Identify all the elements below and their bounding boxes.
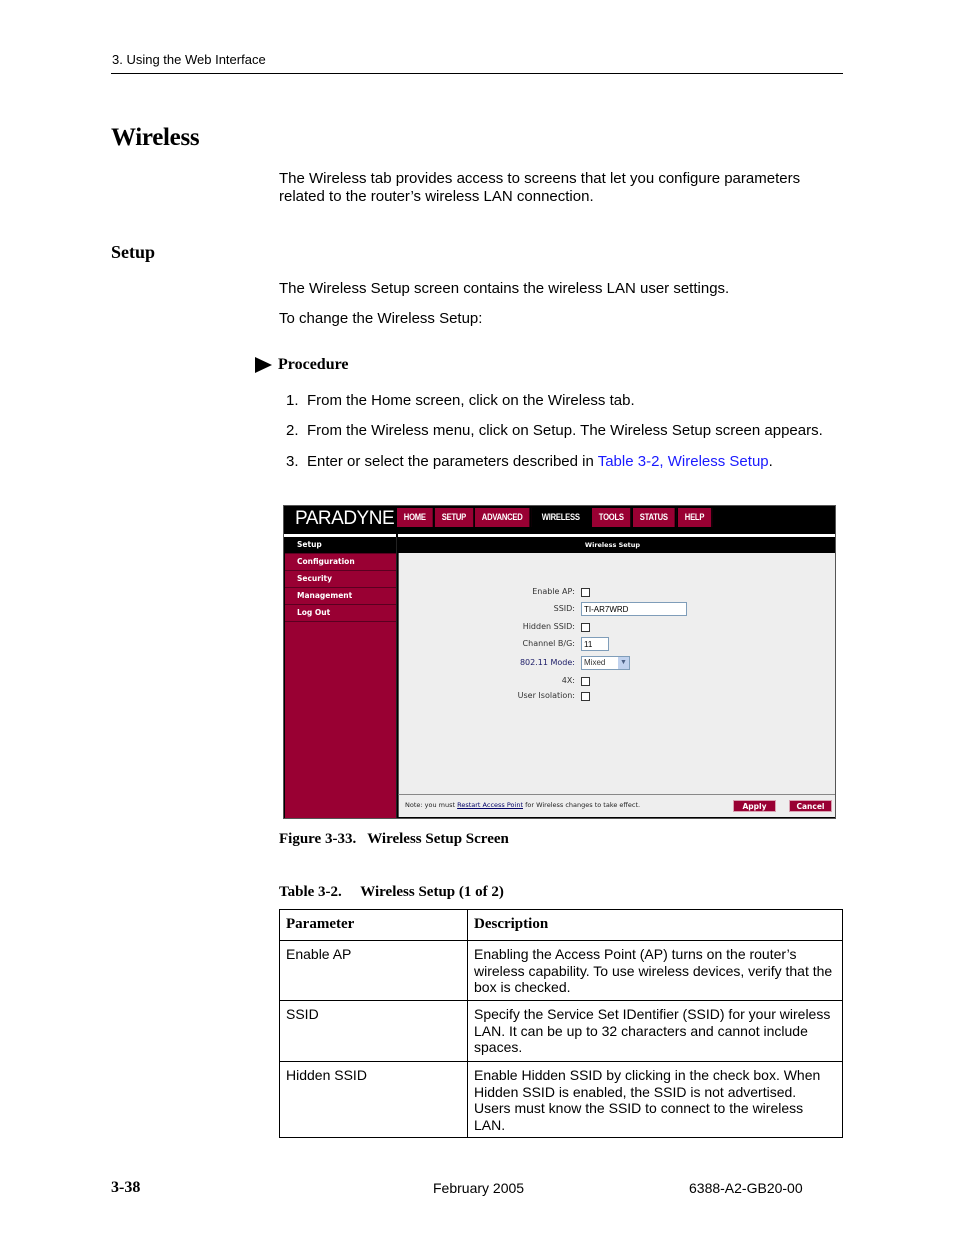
tab-help[interactable]: HELP xyxy=(678,508,713,527)
parameters-table: Parameter Description Enable AP Enabling… xyxy=(279,909,843,1138)
chevron-down-icon[interactable]: ▼ xyxy=(618,657,629,669)
hidden-ssid-row: Hidden SSID: xyxy=(399,620,835,634)
content-header: Wireless Setup xyxy=(398,537,835,553)
mode-row: 802.11 Mode: Mixed ▼ xyxy=(399,656,835,670)
sidebar-menu: Setup Configuration Security Management … xyxy=(285,537,397,818)
user-isolation-row: User Isolation: xyxy=(399,689,835,703)
four-x-checkbox[interactable] xyxy=(581,677,590,686)
table-row: Hidden SSID Enable Hidden SSID by clicki… xyxy=(279,1061,843,1138)
enable-ap-row: Enable AP: xyxy=(399,585,835,599)
header-rule xyxy=(111,73,843,74)
column-header-parameter: Parameter xyxy=(279,909,468,941)
tab-advanced[interactable]: ADVANCED xyxy=(475,508,532,527)
tab-wireless[interactable]: WIRELESS xyxy=(535,508,589,527)
restart-access-point-link[interactable]: Restart Access Point xyxy=(457,801,523,809)
setup-paragraph: The Wireless Setup screen contains the w… xyxy=(279,280,730,297)
ssid-input[interactable]: TI-AR7WRD xyxy=(581,602,687,616)
table-caption: Table 3-2. Wireless Setup (1 of 2) xyxy=(279,884,504,900)
parameter-cell: Hidden SSID xyxy=(279,1061,468,1138)
hidden-ssid-checkbox[interactable] xyxy=(581,623,590,632)
page-number: 3-38 xyxy=(111,1179,141,1196)
enable-ap-checkbox[interactable] xyxy=(581,588,590,597)
tab-home[interactable]: HOME xyxy=(397,508,435,527)
table-row: Enable AP Enabling the Access Point (AP)… xyxy=(279,940,843,1001)
sidebar-item-setup[interactable]: Setup xyxy=(285,537,396,554)
four-x-row: 4X: xyxy=(399,674,835,688)
cancel-button[interactable]: Cancel xyxy=(789,800,832,812)
user-isolation-checkbox[interactable] xyxy=(581,692,590,701)
running-head: 3. Using the Web Interface xyxy=(112,52,266,67)
document-number: 6388-A2-GB20-00 xyxy=(689,1180,803,1196)
step-1: 1. From the Home screen, click on the Wir… xyxy=(286,392,635,409)
triangle-right-icon xyxy=(255,357,272,373)
sidebar-item-configuration[interactable]: Configuration xyxy=(285,554,396,571)
tab-status[interactable]: STATUS xyxy=(633,508,677,527)
procedure-heading: Procedure xyxy=(255,356,349,374)
sidebar-item-management[interactable]: Management xyxy=(285,588,396,605)
restart-note: Note: you must Restart Access Point for … xyxy=(405,801,641,809)
table-row: SSID Specify the Service Set IDentifier … xyxy=(279,1000,843,1062)
ssid-row: SSID: TI-AR7WRD xyxy=(399,602,835,616)
publication-date: February 2005 xyxy=(433,1180,525,1196)
channel-input[interactable]: 11 xyxy=(581,637,609,651)
change-paragraph: To change the Wireless Setup: xyxy=(279,310,483,327)
nav-tabs: HOME SETUP ADVANCED WIRELESS TOOLS STATU… xyxy=(397,508,713,527)
form-footer: Note: you must Restart Access Point for … xyxy=(398,794,835,817)
parameter-cell: Enable AP xyxy=(279,940,468,1001)
tab-setup[interactable]: SETUP xyxy=(434,508,475,527)
section-title: Wireless xyxy=(111,124,200,151)
form-panel: Enable AP: SSID: TI-AR7WRD Hidden SSID: … xyxy=(398,553,835,794)
channel-row: Channel B/G: 11 xyxy=(399,637,835,651)
sidebar-item-security[interactable]: Security xyxy=(285,571,396,588)
tab-tools[interactable]: TOOLS xyxy=(591,508,633,527)
column-header-description: Description xyxy=(467,909,843,941)
step-3: 3. Enter or select the parameters describ… xyxy=(286,453,773,470)
intro-paragraph: The Wireless tab provides access to scre… xyxy=(279,170,801,205)
description-cell: Enabling the Access Point (AP) turns on … xyxy=(467,940,843,1001)
description-cell: Specify the Service Set IDentifier (SSID… xyxy=(467,1000,843,1062)
parameter-cell: SSID xyxy=(279,1000,468,1062)
mode-select[interactable]: Mixed ▼ xyxy=(581,656,630,670)
description-cell: Enable Hidden SSID by clicking in the ch… xyxy=(467,1061,843,1138)
sidebar-item-logout[interactable]: Log Out xyxy=(285,605,396,622)
paradyne-logo: PARADYNE xyxy=(295,508,395,529)
procedure-label: Procedure xyxy=(278,356,349,373)
subsection-title: Setup xyxy=(111,242,156,262)
table-header-row: Parameter Description xyxy=(279,909,843,941)
apply-button[interactable]: Apply xyxy=(733,800,776,812)
step-2: 2. From the Wireless menu, click on Setup… xyxy=(286,422,823,439)
table-reference-link[interactable]: Table 3-2, Wireless Setup xyxy=(598,453,769,470)
figure-caption: Figure 3-33. Wireless Setup Screen xyxy=(279,831,509,847)
wireless-setup-screenshot: PARADYNE HOME SETUP ADVANCED WIRELESS TO… xyxy=(283,505,836,819)
